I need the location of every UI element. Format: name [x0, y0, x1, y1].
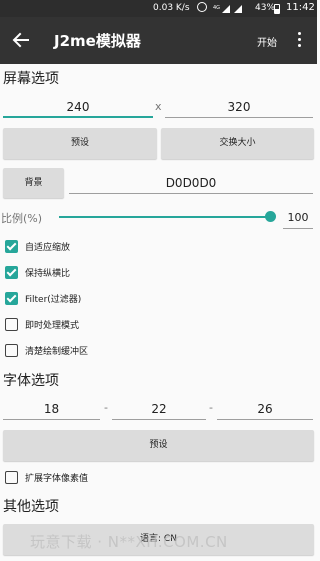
- signal-icon: 4G: [213, 3, 249, 14]
- start-button[interactable]: 开始: [257, 34, 277, 49]
- checkbox-unchecked-icon[interactable]: [5, 471, 18, 484]
- checkbox-label: 自适应缩放: [25, 243, 71, 253]
- checkbox-label: 即时处理模式: [25, 321, 80, 331]
- battery-percent-text: 43%: [255, 3, 276, 13]
- screen-preset-button[interactable]: 预设: [3, 128, 157, 159]
- scale-label: 比例(%): [1, 212, 43, 225]
- status-bar: 0.03 K/s 4G 43% 11:42: [0, 0, 317, 17]
- size-separator: x: [155, 100, 162, 113]
- checkbox-label: Filter(过滤器): [25, 295, 82, 305]
- battery-icon: [274, 4, 280, 14]
- font-separator: -: [209, 401, 213, 414]
- clock-text: 11:42: [286, 2, 315, 13]
- alarm-icon: [197, 2, 207, 12]
- svg-text:4G: 4G: [213, 5, 220, 11]
- app-title: J2me模拟器: [54, 32, 141, 50]
- font-separator: -: [104, 401, 108, 414]
- swap-size-button[interactable]: 交换大小: [161, 128, 314, 159]
- other-options-title: 其他选项: [3, 499, 59, 515]
- checkbox-label: 扩展字体像素值: [25, 474, 89, 484]
- background-button[interactable]: 背景: [3, 168, 64, 198]
- scale-slider-thumb[interactable]: [265, 211, 276, 222]
- more-options-icon[interactable]: [296, 31, 302, 51]
- checkbox-checked-icon[interactable]: [5, 240, 18, 253]
- screen-options-title: 屏幕选项: [3, 71, 59, 87]
- checkbox-label: 保持纵横比: [25, 269, 71, 279]
- font-preset-button[interactable]: 预设: [3, 430, 314, 461]
- background-color-input[interactable]: D0D0D0: [69, 172, 313, 194]
- watermark-text: 玩意下载 · N**XH.COM.CN: [30, 533, 228, 551]
- font-options-title: 字体选项: [3, 373, 59, 389]
- scale-slider-track[interactable]: [59, 216, 271, 218]
- screen-width-input[interactable]: 240: [3, 96, 153, 118]
- font-medium-input[interactable]: 22: [112, 398, 206, 420]
- checkbox-unchecked-icon[interactable]: [5, 344, 18, 357]
- screen-height-input[interactable]: 320: [165, 96, 313, 118]
- app-bar: J2me模拟器 开始: [0, 17, 317, 64]
- net-speed-text: 0.03 K/s: [153, 3, 190, 13]
- back-arrow-icon[interactable]: [10, 29, 32, 51]
- checkbox-label: 清楚绘制缓冲区: [25, 347, 89, 357]
- scale-value-input[interactable]: 100: [283, 207, 313, 229]
- checkbox-unchecked-icon[interactable]: [5, 318, 18, 331]
- font-large-input[interactable]: 26: [217, 398, 313, 420]
- checkbox-checked-icon[interactable]: [5, 292, 18, 305]
- checkbox-checked-icon[interactable]: [5, 266, 18, 279]
- font-small-input[interactable]: 18: [3, 398, 100, 420]
